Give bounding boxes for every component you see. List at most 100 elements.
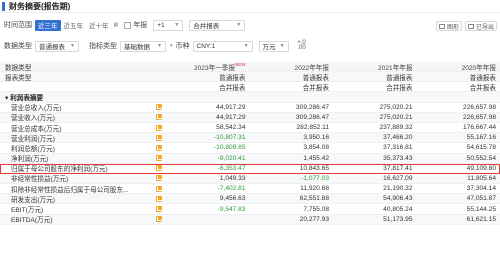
row-label: 营业总成本(万元) — [0, 123, 166, 133]
cell-value: 普通报表 — [386, 74, 413, 82]
cell-value: 16,627.09 — [383, 174, 413, 182]
row-label-text: 利润表摘要 — [10, 94, 44, 102]
cell-value: -10,807.31 — [213, 134, 246, 142]
cell-value: 37,817.41 — [383, 164, 413, 172]
annual-report-label: 年报 — [133, 22, 148, 29]
trend-chart-icon[interactable] — [156, 206, 162, 213]
row-label: 报表类型 — [0, 72, 166, 82]
new-badge: NEW — [235, 61, 246, 67]
expand-icon[interactable]: ▾ — [170, 43, 173, 49]
row-label: 营业总收入(万元) — [0, 102, 166, 112]
decimal-toggle-icon[interactable]: +.0 .00 — [295, 40, 309, 51]
cell-value: 226,657.98 — [462, 103, 496, 111]
chevron-down-icon: ▼ — [70, 43, 75, 49]
row-label-text: 扣除非经常性损益后归属于母公司股东... — [11, 186, 129, 194]
section-header-row[interactable]: ▾ 利润表摘要 — [0, 92, 500, 103]
table-row[interactable]: EBIT(万元) -9,547.83 7,755.08 40,805.24 55,144… — [0, 204, 500, 215]
chevron-down-icon: ▼ — [236, 22, 242, 28]
currency-label: 币种 — [175, 43, 190, 50]
table-row[interactable]: 扣除非经常性损益后归属于母公司股东... -7,402.81 11,920.68 21… — [0, 184, 500, 195]
table-row[interactable]: 非经常性损益(万元) 1,049.33 -1,077.03 16,627.09 11,8… — [0, 173, 500, 185]
row-label: 非经常性损益(万元) — [0, 173, 166, 183]
cell-value: 合并报表 — [469, 84, 496, 92]
table-row[interactable]: 研发支出(万元) 9,456.63 62,551.88 54,906.43 47,051… — [0, 194, 500, 205]
trend-chart-icon[interactable] — [156, 144, 162, 151]
trend-chart-icon[interactable] — [156, 185, 162, 192]
index-type-select[interactable]: 基础数据 ▼ — [120, 40, 166, 52]
cell-value: 1,455.42 — [303, 154, 329, 162]
trend-chart-icon[interactable] — [156, 216, 162, 223]
cell-value: 9,456.63 — [219, 195, 246, 203]
cell-value: -1,077.03 — [301, 174, 329, 182]
cell-value: 309,286.47 — [295, 113, 329, 121]
cell-value: 11,920.68 — [300, 185, 329, 193]
cell-value: 21,190.32 — [383, 185, 413, 193]
table-row[interactable]: 营业收入(万元) 44,917.29 309,286.47 275,020.21 226… — [0, 112, 500, 123]
cell-value: -6,353.47 — [217, 164, 246, 172]
table-row[interactable]: 利润总额(万元) -10,809.85 3,854.08 37,316.81 54,61… — [0, 143, 500, 154]
calendar-icon[interactable]: ▦ — [114, 22, 119, 28]
cell-value: 47,051.87 — [466, 195, 496, 203]
row-label-text: 报表类型 — [5, 74, 32, 82]
row-label-text: 营业总成本(万元) — [11, 125, 62, 133]
trend-chart-icon[interactable] — [156, 104, 162, 111]
cell-value: 20,277.93 — [299, 215, 329, 223]
cell-value: 54,906.43 — [383, 195, 413, 203]
annual-report-checkbox[interactable] — [124, 21, 132, 29]
cell-value: 37,466.20 — [383, 134, 413, 142]
data-type-select[interactable]: 普通报表 ▼ — [35, 40, 79, 52]
range-10y[interactable]: 近十年 — [86, 20, 112, 31]
table-row[interactable]: 营业利润(万元) -10,807.31 3,950.16 37,466.20 55,16… — [0, 133, 500, 144]
time-range-label: 时间范围 — [4, 22, 32, 29]
trend-chart-icon[interactable] — [156, 195, 162, 202]
row-label-text: EBIT(万元) — [11, 207, 44, 215]
table-row[interactable]: 净利润(万元) -9,020.41 1,455.42 35,373.43 50,552.… — [0, 153, 500, 164]
unit-select[interactable]: 万元 ▼ — [258, 40, 289, 52]
cell-value: 3,950.16 — [303, 134, 329, 142]
row-label-text: 研发支出(万元) — [11, 196, 55, 204]
table-row[interactable]: 营业总收入(万元) 44,917.29 309,286.47 275,020.21 22… — [0, 103, 500, 113]
trend-chart-icon[interactable] — [156, 165, 162, 172]
cell-value: 普通报表 — [219, 74, 246, 82]
header-data-type: 数据类型 — [5, 64, 32, 72]
cell-value: 11,805.64 — [467, 174, 496, 182]
range-5y[interactable]: 近五年 — [61, 20, 87, 31]
cell-value: 合并报表 — [302, 84, 329, 92]
cell-value: 61,621.15 — [466, 215, 496, 223]
data-type-label: 数据类型 — [4, 43, 32, 50]
cell-value: 49,109.80 — [466, 164, 496, 172]
currency-select[interactable]: CNY:1 ▼ — [192, 40, 253, 52]
trend-chart-icon[interactable] — [156, 114, 162, 121]
cell-value: 35,373.43 — [383, 154, 413, 162]
row-label: 利润总额(万元) — [0, 143, 166, 153]
financial-summary-table: 数据类型 2023年一季报NEW 2022年年报 2021年年报 2020年年报… — [0, 62, 500, 225]
page-title: 财务摘要(报告期) — [9, 1, 71, 11]
trend-chart-icon[interactable] — [156, 155, 162, 162]
time-range-filter: 时间范围 近三年 近五年 近十年 ▦ 年报 +1 ▼ 合并报表 ▼ — [4, 19, 246, 31]
cell-value: 1,049.33 — [219, 174, 246, 182]
trend-chart-icon[interactable] — [156, 134, 162, 141]
range-3y[interactable]: 近三年 — [35, 19, 61, 31]
cell-value: 51,173.95 — [383, 215, 413, 223]
header-col-2022: 2022年年报 — [294, 64, 329, 72]
trend-chart-icon[interactable] — [156, 175, 162, 182]
table-row[interactable]: EBITDA(万元) 20,277.93 51,173.95 61,621.15 — [0, 214, 500, 225]
row-label-text: 非经常性损益(万元) — [11, 176, 69, 184]
export-button[interactable]: 已导出 — [464, 21, 497, 31]
cell-value: -10,809.85 — [213, 144, 246, 152]
row-label-text: EBITDA(万元) — [11, 217, 53, 225]
row-label-text: 营业总收入(万元) — [11, 105, 62, 113]
table-row[interactable]: 报表类型 普通报表 普通报表 普通报表 普通报表 — [0, 72, 500, 83]
cell-value: 226,657.98 — [462, 113, 496, 121]
table-row[interactable]: 合并报表 合并报表 合并报表 合并报表 — [0, 82, 500, 93]
cell-value: 50,552.54 — [466, 154, 496, 162]
chart-button[interactable]: 图形 — [435, 21, 462, 31]
period-offset-select[interactable]: +1 ▼ — [153, 19, 184, 31]
merge-report-select[interactable]: 合并报表 ▼ — [189, 19, 246, 31]
table-row-highlighted[interactable]: 归属于母公司股东的净利润(万元) -6,353.47 10,843.65 37,817… — [0, 163, 500, 174]
cell-value: -7,402.81 — [217, 185, 246, 193]
chevron-down-icon: ▼ — [279, 43, 285, 49]
row-label: 研发支出(万元) — [0, 194, 166, 204]
trend-chart-icon[interactable] — [156, 124, 162, 131]
table-row[interactable]: 营业总成本(万元) 58,542.34 282,852.11 237,889.32 17… — [0, 123, 500, 134]
